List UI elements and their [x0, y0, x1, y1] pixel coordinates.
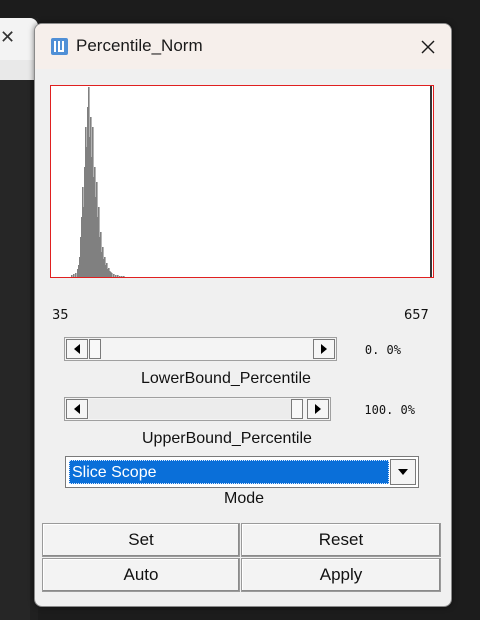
- auto-button[interactable]: Auto: [42, 558, 240, 592]
- mode-dropdown-button[interactable]: [390, 459, 416, 485]
- lower-bound-right-arrow[interactable]: [313, 339, 335, 359]
- histogram-max-label: 657: [404, 308, 429, 323]
- histogram-bars: [71, 86, 432, 277]
- histogram-bar: [111, 273, 113, 277]
- lower-bound-thumb[interactable]: [89, 339, 101, 359]
- histogram-bar: [123, 276, 125, 277]
- upper-bound-right-arrow[interactable]: [307, 399, 329, 419]
- window-title: Percentile_Norm: [76, 36, 203, 55]
- apply-button[interactable]: Apply: [241, 558, 441, 592]
- title-bar[interactable]: Percentile_Norm: [35, 24, 451, 69]
- histogram-bar: [121, 276, 123, 277]
- histogram-plot: [50, 85, 434, 278]
- set-button[interactable]: Set: [42, 523, 240, 557]
- lower-bound-scrollbar[interactable]: [64, 337, 337, 361]
- mode-dropdown[interactable]: Slice Scope: [65, 456, 419, 488]
- histogram-bar: [117, 275, 119, 277]
- upper-bound-scrollbar[interactable]: [64, 397, 331, 421]
- histogram-edge-line: [430, 86, 432, 277]
- histogram-min-label: 35: [52, 308, 69, 323]
- chevron-down-icon: [398, 469, 408, 475]
- arrow-right-icon: [315, 404, 321, 414]
- upper-bound-value: 100. 0%: [364, 403, 415, 417]
- arrow-left-icon: [74, 344, 80, 354]
- histogram-bar: [73, 274, 75, 277]
- percentile-norm-dialog: Percentile_Norm 35 657 0. 0% LowerBound_…: [34, 23, 452, 607]
- upper-bound-track[interactable]: [89, 399, 291, 419]
- imagej-app-icon: [51, 38, 68, 55]
- arrow-left-icon: [74, 404, 80, 414]
- close-icon: [421, 40, 435, 53]
- lower-bound-value: 0. 0%: [364, 343, 401, 357]
- lower-bound-left-arrow[interactable]: [66, 339, 88, 359]
- histogram-bar: [115, 275, 117, 277]
- background-window-body: [0, 80, 30, 620]
- lower-bound-label: LowerBound_Percentile: [141, 370, 311, 387]
- histogram-bar: [71, 275, 73, 277]
- upper-bound-left-arrow[interactable]: [66, 399, 88, 419]
- histogram-bar: [75, 273, 77, 277]
- background-window-titlebar: ✕: [0, 18, 38, 60]
- background-close-icon[interactable]: ✕: [0, 28, 15, 48]
- histogram-bar: [119, 276, 121, 277]
- background-window-strip: [0, 60, 38, 80]
- close-button[interactable]: [405, 24, 451, 69]
- mode-selected-value[interactable]: Slice Scope: [69, 460, 389, 484]
- upper-bound-thumb[interactable]: [291, 399, 303, 419]
- histogram-bar: [113, 274, 115, 277]
- mode-label: Mode: [223, 490, 265, 507]
- reset-button[interactable]: Reset: [241, 523, 441, 557]
- upper-bound-label: UpperBound_Percentile: [142, 430, 312, 447]
- background-window: ✕: [0, 18, 38, 620]
- arrow-right-icon: [321, 344, 327, 354]
